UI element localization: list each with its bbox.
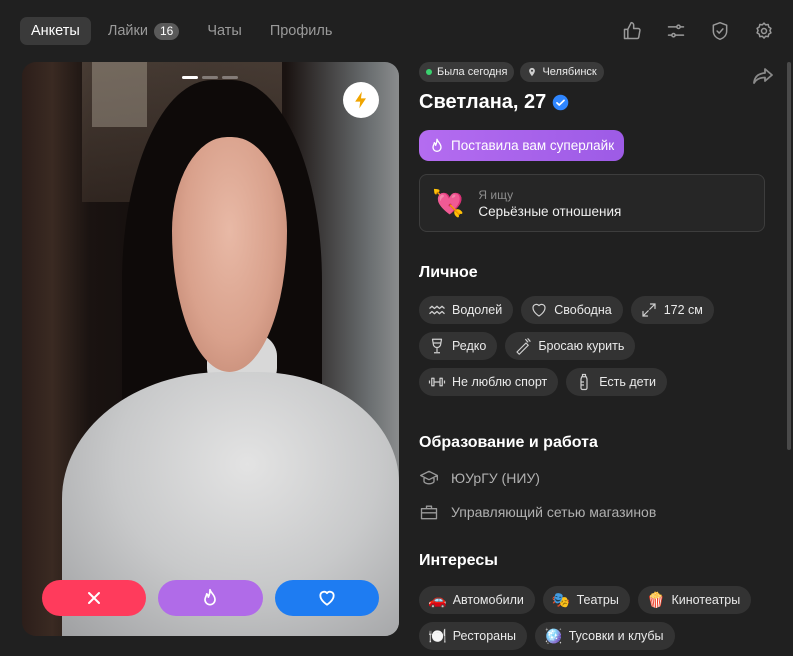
tag-theatres: 🎭 Театры — [542, 586, 630, 614]
online-status: Была сегодня — [419, 62, 515, 82]
work-item: Управляющий сетью магазинов — [419, 502, 765, 522]
flame-icon — [204, 588, 217, 606]
tag-parties: 🪩 Тусовки и клубы — [535, 622, 675, 650]
cigarette-icon — [516, 337, 532, 355]
verified-icon — [552, 94, 569, 111]
top-actions — [621, 20, 775, 42]
profile-info: Была сегодня Челябинск Светлана, 27 Пост… — [419, 62, 773, 650]
flame-icon — [432, 138, 442, 152]
graduation-cap-icon — [420, 470, 438, 485]
tag-sport: Не люблю спорт — [419, 368, 559, 396]
like-button[interactable] — [274, 580, 379, 616]
share-button[interactable] — [751, 64, 775, 86]
tag-alcohol: Редко — [419, 332, 498, 360]
briefcase-icon — [420, 505, 438, 520]
sliders-icon[interactable] — [665, 20, 687, 42]
education-title: Образование и работа — [419, 434, 598, 451]
lightning-icon — [355, 91, 366, 109]
gear-icon[interactable] — [753, 20, 775, 42]
online-dot-icon — [426, 69, 432, 75]
tab-likes[interactable]: Лайки 16 — [97, 17, 190, 45]
scrollbar[interactable] — [787, 62, 791, 450]
dumbbell-icon — [428, 377, 446, 387]
heart-icon — [319, 590, 335, 606]
photo-dot[interactable] — [182, 76, 198, 79]
tab-profiles[interactable]: Анкеты — [20, 17, 91, 45]
thumbs-up-icon[interactable] — [621, 20, 643, 42]
disco-ball-icon: 🪩 — [544, 628, 563, 645]
expand-arrows-icon — [642, 303, 656, 317]
aquarius-icon — [429, 305, 445, 315]
tag-smoking: Бросаю курить — [505, 332, 636, 360]
wine-glass-icon — [431, 338, 443, 354]
tag-height: 172 см — [630, 296, 714, 324]
theatre-masks-icon: 🎭 — [551, 592, 571, 609]
popcorn-icon: 🍿 — [646, 592, 666, 609]
profile-name: Светлана, 27 — [419, 91, 547, 113]
education-item: ЮУрГУ (НИУ) — [419, 468, 765, 488]
plate-icon: 🍽️ — [428, 628, 447, 645]
baby-bottle-icon — [580, 373, 588, 391]
swipe-actions — [42, 580, 379, 616]
tag-zodiac: Водолей — [419, 296, 514, 324]
close-icon — [88, 592, 101, 604]
heart-arrow-icon: 💘 — [432, 187, 465, 218]
tag-cars: 🚗 Автомобили — [419, 586, 535, 614]
likes-count-badge: 16 — [153, 22, 180, 40]
shield-check-icon[interactable] — [709, 20, 731, 42]
profile-photo[interactable] — [22, 62, 399, 636]
tab-chats[interactable]: Чаты — [196, 17, 252, 45]
location-chip: Челябинск — [520, 62, 604, 82]
top-bar: Анкеты Лайки 16 Чаты Профиль — [0, 0, 793, 62]
looking-for-card: 💘 Я ищу Серьёзные отношения — [419, 174, 765, 232]
car-icon: 🚗 — [428, 592, 447, 609]
boost-button[interactable] — [343, 82, 379, 118]
dislike-button[interactable] — [42, 580, 147, 616]
tag-restaurants: 🍽️ Рестораны — [419, 622, 528, 650]
photo-dot[interactable] — [222, 76, 238, 79]
tab-profile[interactable]: Профиль — [259, 17, 344, 45]
tag-cinemas: 🍿 Кинотеатры — [637, 586, 752, 614]
personal-tags: Водолей Свободна 172 см Редко Бросаю кур… — [419, 296, 765, 396]
photo-dot[interactable] — [202, 76, 218, 79]
interests-title: Интересы — [419, 552, 498, 569]
interest-tags: 🚗 Автомобили 🎭 Театры 🍿 Кинотеатры 🍽️ Рестор… — [419, 586, 765, 650]
heart-outline-icon — [532, 303, 546, 317]
personal-title: Личное — [419, 264, 478, 281]
photo-pagination — [182, 76, 238, 79]
superlike-badge: Поставила вам суперлайк — [419, 130, 625, 161]
tag-kids: Есть дети — [566, 368, 667, 396]
main-nav: Анкеты Лайки 16 Чаты Профиль — [20, 17, 343, 45]
share-arrow-icon — [753, 68, 773, 84]
superlike-button[interactable] — [158, 580, 263, 616]
location-pin-icon — [529, 67, 536, 77]
tag-relationship: Свободна — [521, 296, 623, 324]
